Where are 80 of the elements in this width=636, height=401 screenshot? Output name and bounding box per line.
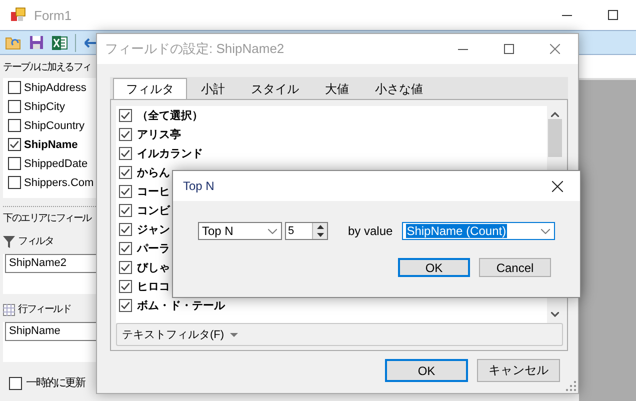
ok-button[interactable]: OK [398,258,470,277]
dialog-title: フィールドの設定: ShipName2 [104,40,286,58]
value-label: パーラ [137,242,170,256]
checkbox[interactable] [119,204,132,217]
window-title: Form1 [34,8,73,22]
checkbox[interactable] [119,128,132,141]
field-label: by value [348,224,393,238]
app-icon [10,7,26,23]
section-label: テーブルに加えるフィ [3,61,92,75]
caret-icon [230,332,238,336]
field-label: ShipAddress [24,82,86,94]
checkbox[interactable] [8,138,21,151]
count-spinner[interactable]: 5 [285,222,328,240]
area-header: フィルタ [18,235,54,249]
value-label: コンビ [137,204,170,218]
checkbox[interactable] [9,376,22,390]
checkbox[interactable] [119,261,132,274]
value-label: コーヒ [137,185,170,199]
checkbox-label: 一時的に更新 [26,376,85,390]
checkbox[interactable] [119,242,132,255]
checkbox[interactable] [8,176,21,189]
checkbox[interactable] [119,166,132,179]
field-label: ShipName [24,138,78,150]
area-header: 行フィールド [18,303,71,317]
field-chip[interactable]: ShipName2 [5,254,96,273]
tab[interactable]: 小計 [189,79,237,99]
field-label: Shippers.Com [24,176,94,188]
value-label: からん [137,166,170,180]
checkbox[interactable] [8,100,21,113]
arrow-icon[interactable] [83,36,99,50]
value-label: （全て選択） [137,108,203,123]
value-label: アリス亭 [137,128,181,142]
value-label: イルカランド [137,147,203,161]
value-label: ジャン [137,223,170,237]
value-label: ヒロコ [137,280,170,294]
checkbox[interactable] [8,119,21,132]
spin-up-icon[interactable] [316,225,324,229]
funnel-icon [3,236,15,248]
checkbox[interactable] [119,147,132,160]
checkbox[interactable] [119,299,132,312]
caret-icon [268,228,277,234]
text-filter-dropdown[interactable]: テキストフィルタ(F) [116,323,563,346]
maximize-icon[interactable] [608,10,618,20]
folder-icon[interactable] [5,35,22,50]
dialog-title: Top N [182,179,216,193]
scrollbar-thumb[interactable] [548,119,562,157]
value-dropdown[interactable]: ShipName (Count) [402,222,555,240]
tab[interactable]: スタイル [239,79,311,99]
resize-grip-icon[interactable] [566,381,576,391]
checkbox[interactable] [119,223,132,236]
checkbox[interactable] [8,157,21,170]
checkbox[interactable] [119,280,132,293]
field-label: ShipCity [24,100,65,112]
tab[interactable]: フィルタ [113,78,187,99]
grid-icon [3,304,15,316]
save-icon[interactable] [29,35,44,50]
caret-down-icon[interactable] [551,312,559,317]
minimize-icon[interactable] [562,14,572,16]
checkbox[interactable] [119,185,132,198]
caret-icon [540,228,550,234]
cancel-button[interactable]: Cancel [479,258,551,277]
tab[interactable]: 小さな値 [363,79,435,99]
value-label: ボム・ド・テール [137,299,225,313]
field-label: ShipCountry [24,120,85,132]
checkbox[interactable] [8,81,21,94]
ok-button[interactable]: OK [385,359,468,382]
field-chip[interactable]: ShipName [5,322,96,341]
tab[interactable]: 大値 [313,79,361,99]
cancel-button[interactable]: キャンセル [477,359,560,382]
checkbox[interactable] [119,109,132,122]
mode-dropdown[interactable]: Top N [198,222,282,240]
field-label: ShippedDate [24,158,88,170]
value-label: びしゃ [137,261,170,275]
spreadsheet-icon[interactable] [51,34,68,50]
caret-up-icon[interactable] [551,112,559,117]
maximize-icon[interactable] [504,44,514,54]
spin-down-icon[interactable] [316,233,324,237]
minimize-icon[interactable] [458,48,468,50]
close-icon[interactable] [552,180,562,192]
section-label: 下のエリアにフィール [3,212,93,226]
